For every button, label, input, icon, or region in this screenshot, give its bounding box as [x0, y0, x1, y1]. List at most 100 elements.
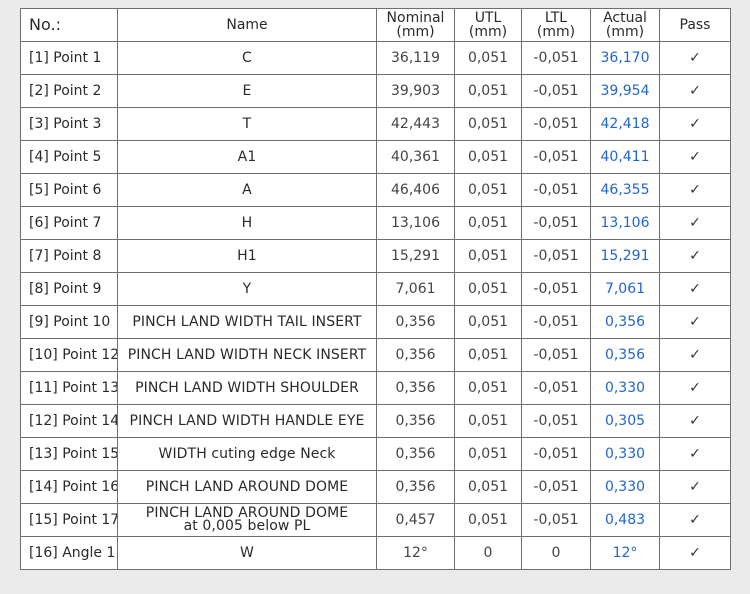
pass-check-icon: ✓ — [659, 470, 731, 504]
cell-utl: 0,051 — [454, 305, 522, 339]
cell-name: Y — [117, 272, 377, 306]
table-row: [3] Point 3 T 42,443 0,051 -0,051 42,418 ✓ — [20, 107, 731, 141]
cell-nominal: 0,356 — [376, 404, 455, 438]
pass-check-icon: ✓ — [659, 503, 731, 537]
cell-nominal: 12° — [376, 536, 455, 570]
pass-check-icon: ✓ — [659, 536, 731, 570]
measurement-table: No.: Name Nominal (mm) UTL (mm) LTL (mm)… — [20, 8, 731, 570]
cell-no: [7] Point 8 — [20, 239, 118, 273]
table-row: [8] Point 9 Y 7,061 0,051 -0,051 7,061 ✓ — [20, 272, 731, 306]
pass-check-icon: ✓ — [659, 41, 731, 75]
table-row: [13] Point 15 WIDTH cuting edge Neck 0,356… — [20, 437, 731, 471]
cell-utl: 0 — [454, 536, 522, 570]
cell-utl: 0,051 — [454, 173, 522, 207]
cell-name: T — [117, 107, 377, 141]
cell-nominal: 39,903 — [376, 74, 455, 108]
cell-ltl: 0 — [521, 536, 591, 570]
cell-name-line: H1 — [237, 248, 257, 264]
cell-actual: 36,170 — [590, 41, 660, 75]
cell-name: E — [117, 74, 377, 108]
table-row: [1] Point 1 C 36,119 0,051 -0,051 36,170 ✓ — [20, 41, 731, 75]
cell-ltl: -0,051 — [521, 305, 591, 339]
pass-check-icon: ✓ — [659, 371, 731, 405]
cell-nominal: 13,106 — [376, 206, 455, 240]
cell-actual: 12° — [590, 536, 660, 570]
cell-name: W — [117, 536, 377, 570]
cell-utl: 0,051 — [454, 338, 522, 372]
cell-no: [11] Point 13 — [20, 371, 118, 405]
table-row: [15] Point 17 PINCH LAND AROUND DOME at 0,… — [20, 503, 731, 537]
header-utl-label: UTL — [474, 10, 502, 26]
cell-nominal: 15,291 — [376, 239, 455, 273]
table-row: [4] Point 5 A1 40,361 0,051 -0,051 40,411 ✓ — [20, 140, 731, 174]
cell-name-line: at 0,005 below PL — [183, 518, 311, 534]
cell-name-line: PINCH LAND WIDTH NECK INSERT — [127, 347, 367, 363]
cell-name: PINCH LAND AROUND DOME at 0,005 below PL — [117, 503, 377, 537]
table-row: [10] Point 12 PINCH LAND WIDTH NECK INSER… — [20, 338, 731, 372]
header-nominal-label: Nominal — [386, 10, 445, 26]
cell-no: [14] Point 16 — [20, 470, 118, 504]
pass-check-icon: ✓ — [659, 74, 731, 108]
cell-utl: 0,051 — [454, 272, 522, 306]
cell-ltl: -0,051 — [521, 140, 591, 174]
table-row: [14] Point 16 PINCH LAND AROUND DOME 0,356… — [20, 470, 731, 504]
cell-actual: 0,356 — [590, 305, 660, 339]
cell-nominal: 36,119 — [376, 41, 455, 75]
cell-actual: 39,954 — [590, 74, 660, 108]
cell-name-line: E — [242, 83, 252, 99]
cell-nominal: 0,457 — [376, 503, 455, 537]
cell-no: [1] Point 1 — [20, 41, 118, 75]
cell-actual: 7,061 — [590, 272, 660, 306]
cell-actual: 0,483 — [590, 503, 660, 537]
cell-utl: 0,051 — [454, 404, 522, 438]
cell-name-line: PINCH LAND WIDTH HANDLE EYE — [129, 413, 365, 429]
cell-name: H1 — [117, 239, 377, 273]
table-row: [7] Point 8 H1 15,291 0,051 -0,051 15,291 ✓ — [20, 239, 731, 273]
cell-no: [13] Point 15 — [20, 437, 118, 471]
cell-ltl: -0,051 — [521, 470, 591, 504]
cell-nominal: 0,356 — [376, 338, 455, 372]
cell-name: PINCH LAND AROUND DOME — [117, 470, 377, 504]
cell-ltl: -0,051 — [521, 74, 591, 108]
pass-check-icon: ✓ — [659, 107, 731, 141]
cell-name: H — [117, 206, 377, 240]
cell-no: [12] Point 14 — [20, 404, 118, 438]
cell-utl: 0,051 — [454, 74, 522, 108]
header-no: No.: — [20, 8, 118, 42]
pass-check-icon: ✓ — [659, 239, 731, 273]
cell-actual: 0,356 — [590, 338, 660, 372]
cell-no: [8] Point 9 — [20, 272, 118, 306]
cell-name-line: H — [241, 215, 253, 231]
cell-ltl: -0,051 — [521, 206, 591, 240]
cell-nominal: 0,356 — [376, 437, 455, 471]
cell-name: A1 — [117, 140, 377, 174]
cell-name-line: PINCH LAND WIDTH TAIL INSERT — [132, 314, 362, 330]
pass-check-icon: ✓ — [659, 305, 731, 339]
cell-ltl: -0,051 — [521, 41, 591, 75]
cell-ltl: -0,051 — [521, 272, 591, 306]
pass-check-icon: ✓ — [659, 338, 731, 372]
cell-no: [9] Point 10 — [20, 305, 118, 339]
pass-check-icon: ✓ — [659, 206, 731, 240]
cell-nominal: 40,361 — [376, 140, 455, 174]
cell-no: [2] Point 2 — [20, 74, 118, 108]
cell-actual: 40,411 — [590, 140, 660, 174]
cell-no: [3] Point 3 — [20, 107, 118, 141]
cell-name: A — [117, 173, 377, 207]
table-row: [5] Point 6 A 46,406 0,051 -0,051 46,355 ✓ — [20, 173, 731, 207]
header-name: Name — [117, 8, 377, 42]
header-ltl-label: LTL — [544, 10, 568, 26]
header-nominal: Nominal (mm) — [376, 8, 455, 42]
cell-ltl: -0,051 — [521, 107, 591, 141]
pass-check-icon: ✓ — [659, 272, 731, 306]
cell-utl: 0,051 — [454, 239, 522, 273]
cell-name-line: A1 — [237, 149, 257, 165]
cell-ltl: -0,051 — [521, 503, 591, 537]
cell-ltl: -0,051 — [521, 404, 591, 438]
cell-actual: 0,330 — [590, 470, 660, 504]
header-ltl: LTL (mm) — [521, 8, 591, 42]
cell-ltl: -0,051 — [521, 173, 591, 207]
cell-name-line: A — [242, 182, 252, 198]
cell-actual: 46,355 — [590, 173, 660, 207]
cell-nominal: 0,356 — [376, 371, 455, 405]
